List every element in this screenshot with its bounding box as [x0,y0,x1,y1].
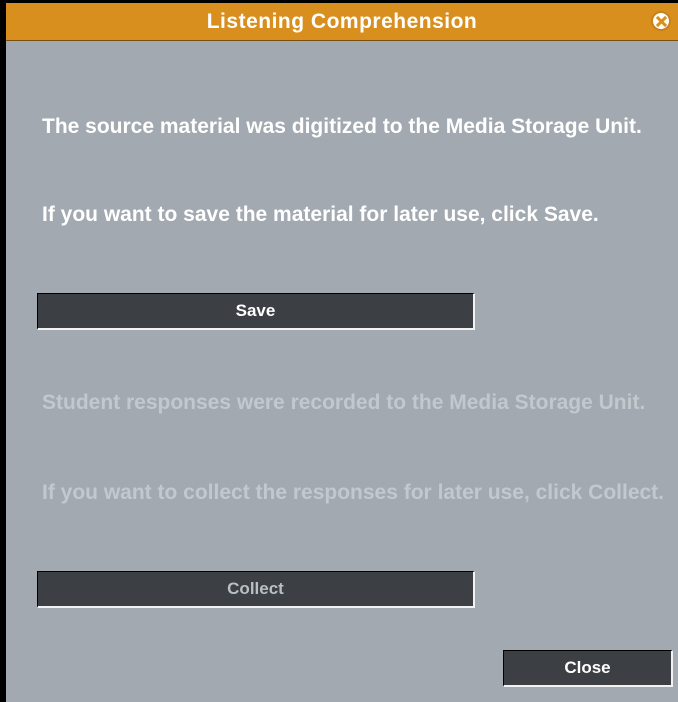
close-icon[interactable] [651,11,671,31]
close-button[interactable]: Close [503,650,673,687]
collect-button[interactable]: Collect [37,571,475,608]
window-title: Listening Comprehension [206,10,478,33]
source-digitized-message: The source material was digitized to the… [42,115,642,138]
save-button[interactable]: Save [37,293,475,330]
responses-recorded-message: Student responses were recorded to the M… [42,391,646,414]
listening-comprehension-dialog: Listening Comprehension The source mater… [0,0,678,702]
save-instruction-message: If you want to save the material for lat… [42,203,599,226]
title-bar[interactable]: Listening Comprehension [6,3,678,41]
collect-instruction-message: If you want to collect the responses for… [42,481,665,504]
